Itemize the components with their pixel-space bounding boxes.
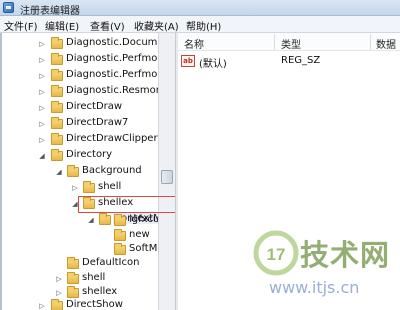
- folder-open-icon: [83, 197, 95, 209]
- folder-icon: [51, 53, 63, 65]
- collapse-arrow-icon[interactable]: ◢: [71, 200, 79, 208]
- column-header-name[interactable]: 名称: [184, 33, 204, 51]
- expand-arrow-icon[interactable]: ▷: [38, 302, 46, 310]
- menu-view[interactable]: 查看(V): [90, 18, 125, 33]
- folder-icon: [51, 37, 63, 49]
- expand-arrow-icon[interactable]: ▷: [38, 72, 46, 80]
- folder-icon: [51, 101, 63, 113]
- tree-item[interactable]: ▷ DirectShow: [0, 298, 158, 310]
- collapse-arrow-icon[interactable]: ◢: [55, 168, 63, 176]
- expand-arrow-icon[interactable]: ▷: [55, 275, 63, 283]
- folder-icon: [51, 85, 63, 97]
- folder-open-icon: [67, 165, 79, 177]
- folder-icon: [51, 299, 63, 310]
- tree-item[interactable]: ▷ Diagnostic.Resmon.C: [0, 84, 172, 100]
- folder-open-icon: [51, 149, 63, 161]
- expand-arrow-icon[interactable]: ▷: [38, 120, 46, 128]
- expand-arrow-icon[interactable]: ▷: [38, 136, 46, 144]
- menu-favorites[interactable]: 收藏夹(A): [134, 18, 179, 33]
- menu-edit[interactable]: 编辑(E): [45, 18, 79, 33]
- tree-item-label: DirectDraw7: [66, 117, 129, 128]
- title-bar: 注册表编辑器: [0, 0, 400, 17]
- tree-item[interactable]: ▷ Diagnostic.Document: [0, 36, 174, 52]
- tree-item-label: shellex: [98, 197, 134, 208]
- folder-icon: [51, 117, 63, 129]
- tree-item[interactable]: ▷ DirectDraw7: [0, 116, 158, 132]
- tree-item-label: Diagnostic.Resmon.C: [66, 85, 173, 96]
- tree-item-label: DirectDraw: [66, 101, 123, 112]
- tree-item[interactable]: DefaultIcon: [0, 256, 158, 272]
- expand-arrow-icon[interactable]: ▷: [55, 289, 63, 297]
- watermark-logo-icon: 17: [253, 230, 299, 276]
- expand-arrow-icon[interactable]: ▷: [38, 88, 46, 96]
- expand-arrow-icon[interactable]: ▷: [71, 184, 79, 192]
- tree-item-label: shell: [82, 272, 106, 283]
- tree-item[interactable]: igfxcui: [0, 213, 162, 229]
- folder-icon: [114, 214, 126, 226]
- expand-arrow-icon[interactable]: ▷: [38, 56, 46, 64]
- tree-item[interactable]: ▷ Diagnostic.Perfmon.C: [0, 68, 174, 84]
- tree-item[interactable]: ▷ shell: [0, 180, 158, 196]
- folder-icon: [51, 133, 63, 145]
- tree-item-label: DirectDrawClipper: [66, 133, 158, 144]
- folder-icon: [51, 69, 63, 81]
- value-name[interactable]: (默认): [199, 55, 227, 70]
- registry-editor-icon: [3, 2, 14, 13]
- tree-item-label: DirectShow: [66, 299, 123, 310]
- column-header-type[interactable]: 类型: [281, 33, 301, 51]
- tree-item-label: Directory: [66, 149, 113, 160]
- tree-item[interactable]: ◢ Background: [0, 164, 158, 180]
- window-title: 注册表编辑器: [20, 6, 80, 17]
- menu-help[interactable]: 帮助(H): [186, 18, 221, 33]
- value-type: REG_SZ: [281, 55, 321, 66]
- tree-item[interactable]: ◢ shellex: [0, 196, 158, 212]
- folder-icon: [67, 257, 79, 269]
- watermark-url: www.itjs.cn: [269, 278, 360, 297]
- svg-text:17: 17: [267, 245, 286, 264]
- tree-item[interactable]: ▷ Diagnostic.Perfmon.C: [0, 52, 174, 68]
- tree-item-label: DefaultIcon: [82, 257, 140, 268]
- collapse-arrow-icon[interactable]: ◢: [38, 152, 46, 160]
- folder-icon: [83, 181, 95, 193]
- folder-icon: [67, 272, 79, 284]
- menu-bar: 文件(F) 编辑(E) 查看(V) 收藏夹(A) 帮助(H): [0, 16, 400, 33]
- folder-icon: [114, 243, 126, 255]
- expand-arrow-icon[interactable]: ▷: [38, 104, 46, 112]
- string-value-icon: ab: [181, 55, 195, 67]
- tree-item-label: new: [129, 229, 150, 240]
- tree-item-label: shellex: [82, 286, 118, 297]
- tree-item-label: shell: [98, 181, 122, 192]
- watermark-brand: 技术网: [300, 238, 391, 272]
- expand-arrow-icon[interactable]: ▷: [38, 40, 46, 48]
- menu-file[interactable]: 文件(F): [4, 18, 38, 33]
- tree-item-label: Background: [82, 165, 142, 176]
- tree-item[interactable]: ◢ Directory: [0, 148, 158, 164]
- tree-item[interactable]: ▷ DirectDrawClipper: [0, 132, 158, 148]
- column-separator[interactable]: [274, 34, 275, 50]
- scroll-thumb[interactable]: [161, 170, 173, 184]
- column-header-data[interactable]: 数据: [376, 33, 396, 51]
- tree-item[interactable]: ▷ DirectDraw: [0, 100, 158, 116]
- folder-icon: [67, 286, 79, 298]
- tree-scrollbar[interactable]: [158, 33, 175, 310]
- column-separator[interactable]: [370, 34, 371, 50]
- folder-icon: [114, 229, 126, 241]
